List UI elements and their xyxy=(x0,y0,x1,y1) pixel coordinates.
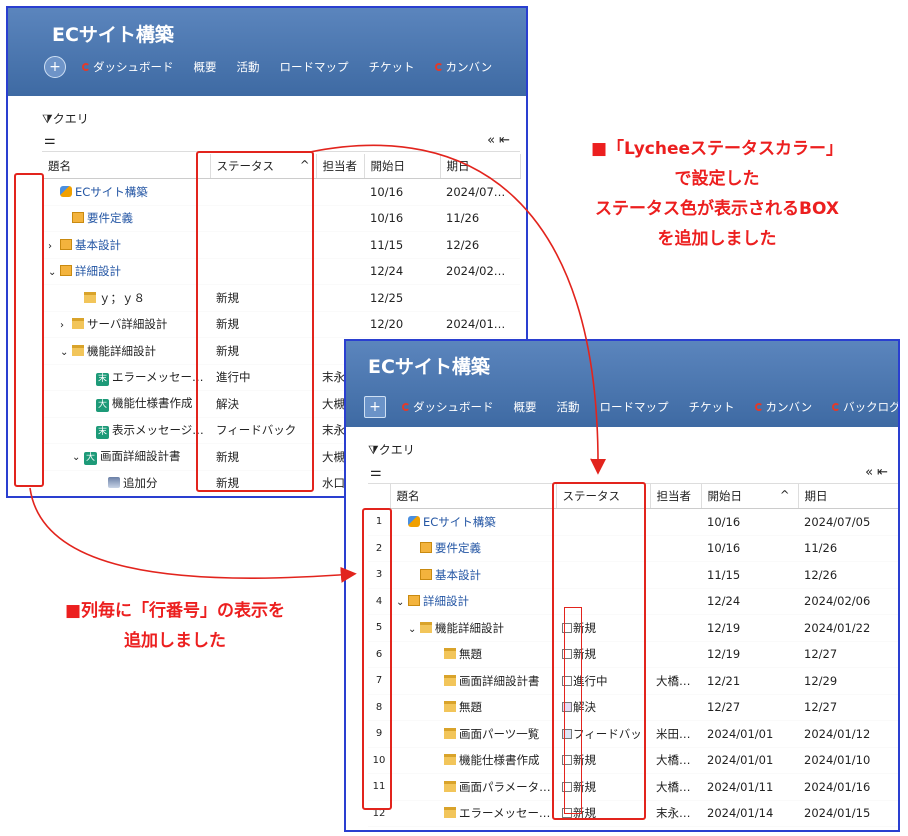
status-arrow xyxy=(309,144,607,475)
annotation-arrows xyxy=(29,144,607,583)
rownum-arrow xyxy=(29,487,357,583)
